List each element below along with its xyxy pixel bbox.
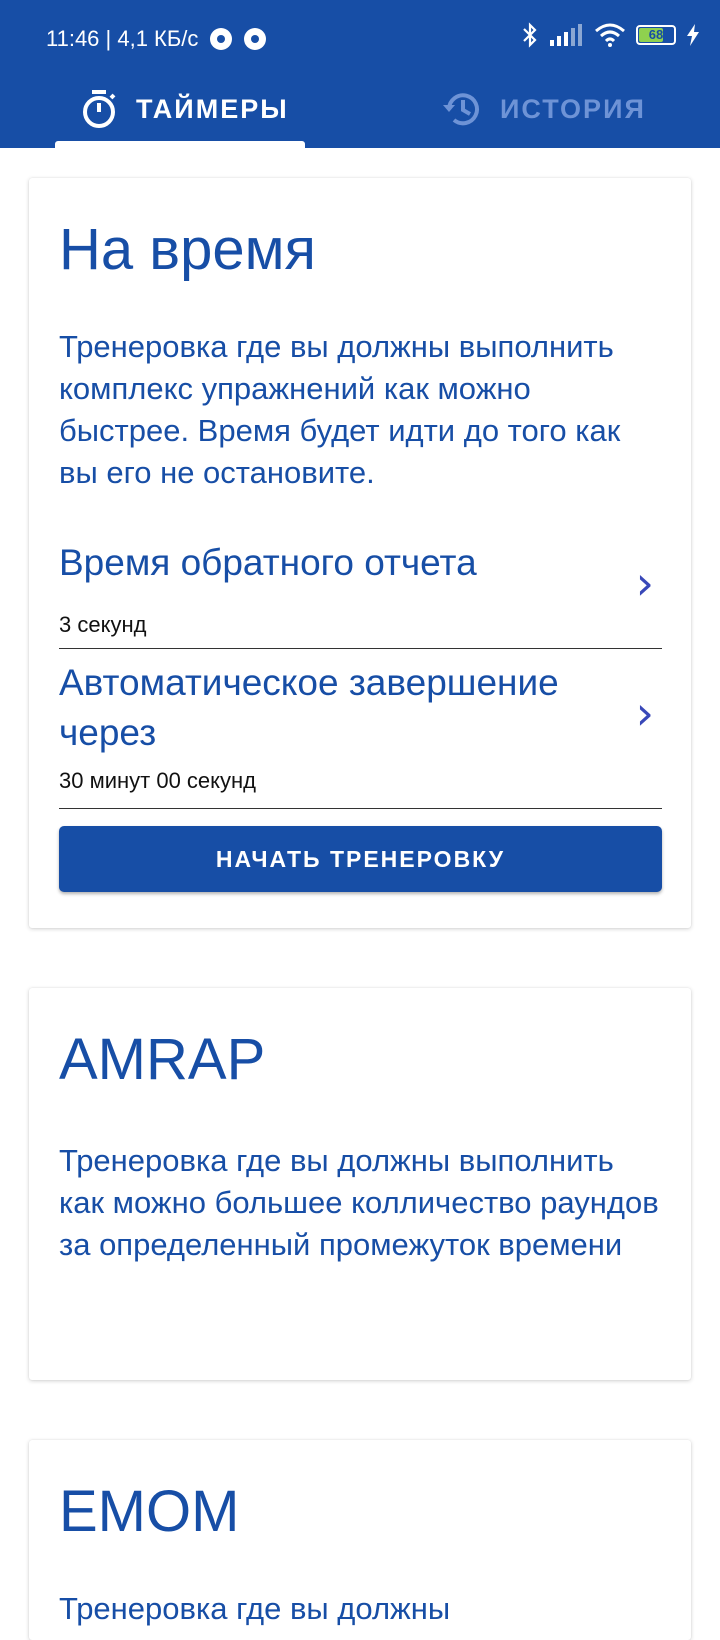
- wifi-icon: [595, 23, 625, 47]
- setting-auto-finish[interactable]: Автоматическое завершение через 30 минут…: [59, 648, 662, 809]
- status-bar: 11:46 | 4,1 КБ/с 68: [0, 0, 720, 80]
- tab-bar: ТАЙМЕРЫ ИСТОРИЯ: [0, 70, 720, 148]
- card-title: EMOM: [59, 1479, 240, 1544]
- status-right: 68: [520, 22, 700, 48]
- card-for-time: На время Тренеровка где вы должны выполн…: [29, 178, 691, 928]
- card-description: Тренеровка где вы должны: [59, 1591, 451, 1626]
- tab-history[interactable]: ИСТОРИЯ: [442, 70, 646, 148]
- tab-history-label: ИСТОРИЯ: [500, 93, 646, 124]
- card-description: Тренеровка где вы должны выполнить компл…: [59, 329, 621, 490]
- status-time: 11:46 | 4,1 КБ/с: [46, 26, 199, 51]
- battery-icon: 68: [636, 25, 676, 45]
- bluetooth-icon: [523, 22, 537, 48]
- chevron-right-icon: ›: [635, 686, 654, 740]
- card-amrap[interactable]: AMRAP Тренеровка где вы должны выполнить…: [29, 988, 691, 1380]
- tab-timers-label: ТАЙМЕРЫ: [136, 93, 289, 124]
- signal-icon: [550, 24, 582, 46]
- status-left: 11:46 | 4,1 КБ/с: [46, 26, 267, 52]
- charging-icon: [687, 24, 699, 46]
- stopwatch-icon: [83, 90, 116, 128]
- notification-icon: [210, 28, 233, 50]
- setting-value: 30 минут 00 секунд: [59, 768, 257, 793]
- setting-label: Время обратного отчета: [59, 542, 477, 583]
- setting-countdown[interactable]: Время обратного отчета 3 секунд ›: [59, 538, 662, 649]
- card-title: На время: [59, 217, 316, 282]
- start-workout-button[interactable]: НАЧАТЬ ТРЕНЕРОВКУ: [59, 826, 662, 892]
- setting-value: 3 секунд: [59, 612, 147, 637]
- history-icon: [443, 93, 479, 126]
- notification-icon: [244, 28, 267, 50]
- tab-timers[interactable]: ТАЙМЕРЫ: [80, 70, 289, 148]
- card-title: AMRAP: [59, 1027, 266, 1092]
- tab-indicator: [55, 141, 305, 148]
- battery-level: 68: [648, 27, 664, 42]
- card-emom[interactable]: EMOM Тренеровка где вы должны: [29, 1440, 691, 1640]
- chevron-right-icon: ›: [635, 556, 654, 610]
- setting-label: Автоматическое завершение через: [59, 662, 559, 753]
- card-description: Тренеровка где вы должны выполнить как м…: [59, 1143, 659, 1262]
- app-bar: 11:46 | 4,1 КБ/с 68 ТАЙМЕРЫ ИСТОРИЯ: [0, 0, 720, 148]
